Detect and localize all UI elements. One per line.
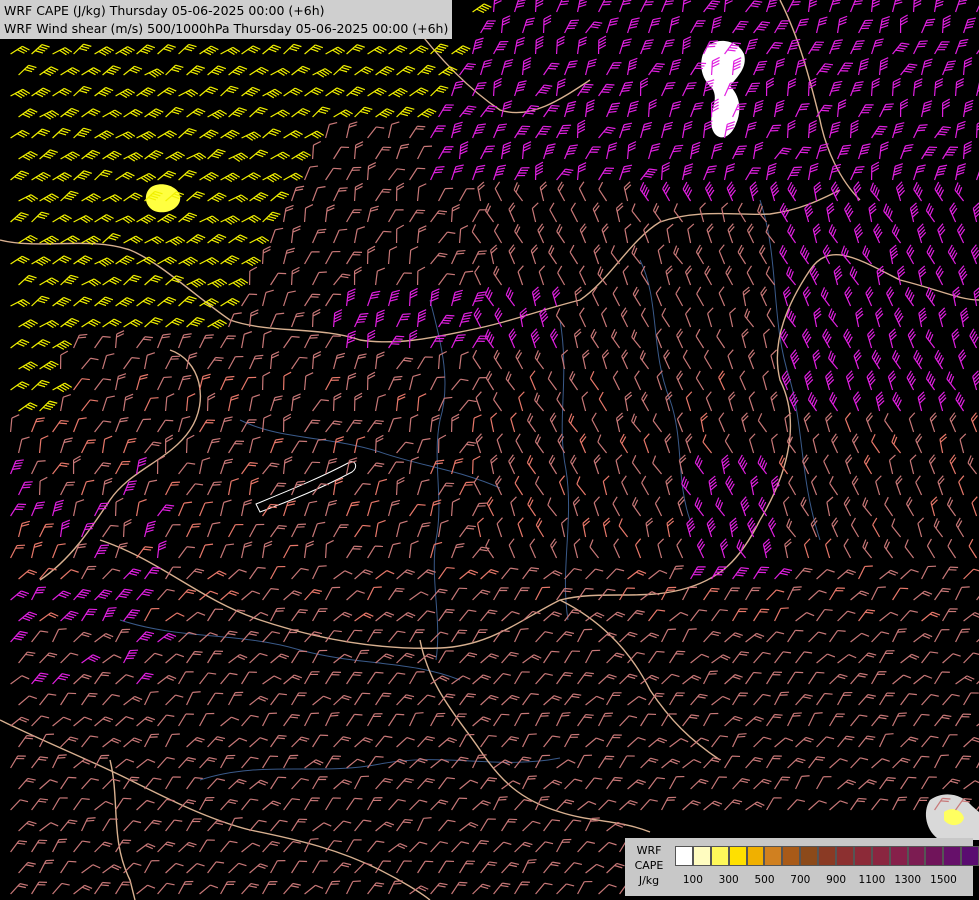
legend-swatch [871, 846, 890, 866]
legend-label: WRF CAPE J/kg [631, 843, 667, 888]
legend-label-line2: CAPE [634, 859, 664, 872]
legend-swatch [675, 846, 693, 866]
legend-tick-label: 700 [790, 874, 811, 886]
map-canvas [0, 0, 979, 900]
legend-swatch [782, 846, 801, 866]
legend-swatch [800, 846, 819, 866]
map-title-box: WRF CAPE (J/kg) Thursday 05-06-2025 00:0… [0, 0, 453, 39]
legend-swatch [728, 846, 747, 866]
legend-tick-label: 100 [682, 874, 703, 886]
legend-label-line3: J/kg [638, 874, 660, 887]
legend-swatch [818, 846, 837, 866]
legend-swatch [710, 846, 729, 866]
legend-tick-label: 900 [826, 874, 847, 886]
wind-shear-title: WRF Wind shear (m/s) 500/1000hPa Thursda… [4, 21, 449, 36]
legend-label-line1: WRF [636, 844, 662, 857]
cape-legend: WRF CAPE J/kg 100 300 500 700 900 1100 1300 150… [625, 838, 979, 896]
legend-swatch [764, 846, 783, 866]
legend-tick-label: 1500 [930, 874, 957, 886]
cape-title: WRF CAPE (J/kg) Thursday 05-06-2025 00:0… [4, 3, 325, 18]
legend-swatch [746, 846, 765, 866]
legend-swatch [853, 846, 872, 866]
legend-swatch [889, 846, 908, 866]
legend-tick-label: 1100 [858, 874, 886, 886]
legend-tick-label: 1300 [894, 874, 922, 886]
legend-swatch [943, 846, 962, 866]
legend-swatch [925, 846, 944, 866]
legend-tick-label: 500 [754, 874, 775, 886]
legend-swatch [961, 846, 979, 866]
legend-swatch [836, 846, 854, 866]
legend-color-bar [675, 846, 979, 866]
legend-swatch [692, 846, 711, 866]
legend-swatch [907, 846, 926, 866]
legend-tick-label: 300 [718, 874, 739, 886]
